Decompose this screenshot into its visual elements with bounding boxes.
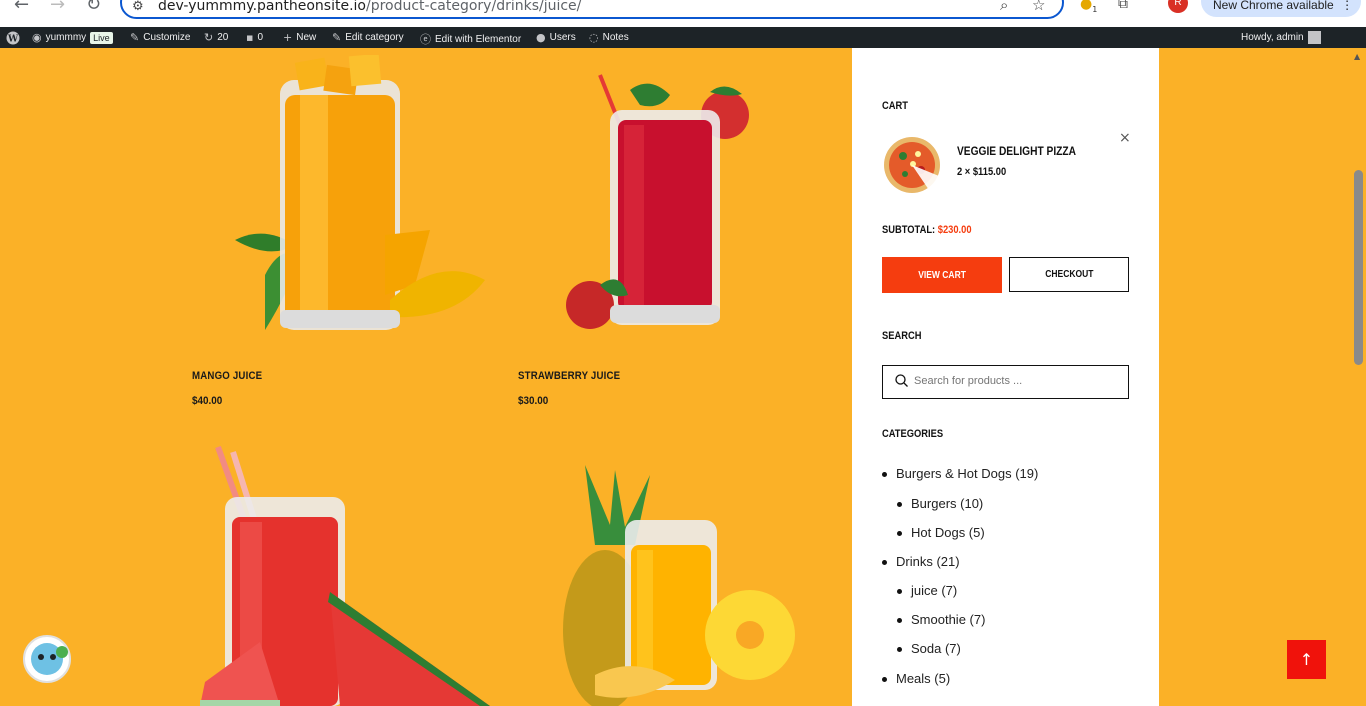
page-scrollbar[interactable] bbox=[1352, 48, 1366, 706]
elementor-link[interactable]: ⓔ Edit with Elementor bbox=[420, 31, 521, 47]
mango-juice-image[interactable] bbox=[225, 55, 490, 335]
comments-link[interactable]: ▪ 0 bbox=[246, 31, 263, 44]
users-link[interactable]: ● Users bbox=[536, 31, 576, 44]
chrome-update-button[interactable]: New Chrome available ⋮ bbox=[1201, 0, 1361, 17]
more-icon: ⋮ bbox=[1341, 0, 1354, 12]
cart-widget-title: CART bbox=[882, 100, 908, 112]
scroll-up-arrow-icon[interactable]: ▲ bbox=[1354, 52, 1360, 61]
back-to-top-button[interactable]: ↑ bbox=[1287, 640, 1326, 679]
user-icon: ● bbox=[536, 31, 546, 44]
cart-subtotal: SUBTOTAL: $230.00 bbox=[882, 224, 972, 236]
product-search-form[interactable] bbox=[882, 365, 1129, 399]
cart-item-thumbnail[interactable] bbox=[883, 136, 941, 194]
checkout-button[interactable]: CHECKOUT bbox=[1009, 257, 1129, 292]
pencil-icon: ✎ bbox=[332, 31, 342, 44]
edit-category-label: Edit category bbox=[345, 32, 404, 43]
product-price: $30.00 bbox=[518, 395, 549, 407]
search-icon[interactable]: ⌕ bbox=[1000, 0, 1008, 14]
watermelon-juice-image[interactable] bbox=[200, 442, 490, 706]
browser-toolbar: ← → ↻ ⚙ dev-yummmy.pantheonsite.io/produ… bbox=[0, 0, 1366, 27]
svg-text:W: W bbox=[7, 35, 19, 45]
category-item[interactable]: Drinks (21) bbox=[882, 554, 960, 569]
reload-icon[interactable]: ↻ bbox=[86, 0, 101, 15]
new-label: New bbox=[296, 32, 317, 43]
plus-icon: + bbox=[283, 31, 293, 44]
new-content-link[interactable]: + New bbox=[283, 31, 316, 44]
search-widget-title: SEARCH bbox=[882, 330, 922, 342]
search-input[interactable] bbox=[914, 375, 1114, 387]
product-title[interactable]: STRAWBERRY JUICE bbox=[518, 370, 620, 382]
howdy-label: Howdy, admin bbox=[1241, 32, 1304, 43]
product-price: $40.00 bbox=[192, 395, 223, 407]
wp-admin-bar: W ◉ yummmy Live ✎ Customize ↻ 20 ▪ 0 + N… bbox=[0, 27, 1366, 48]
updates-count: 20 bbox=[217, 32, 229, 43]
wordpress-logo-icon[interactable]: W bbox=[6, 31, 20, 45]
search-icon[interactable] bbox=[895, 374, 908, 387]
star-icon[interactable]: ☆ bbox=[1032, 0, 1045, 14]
back-icon[interactable]: ← bbox=[14, 0, 29, 15]
brush-icon: ✎ bbox=[130, 31, 140, 44]
cart-item-name[interactable]: VEGGIE DELIGHT PIZZA bbox=[957, 144, 1076, 158]
pineapple-juice-image[interactable] bbox=[555, 465, 800, 706]
view-cart-label: VIEW CART bbox=[918, 269, 966, 281]
scrollbar-thumb[interactable] bbox=[1354, 170, 1363, 365]
comment-icon: ▪ bbox=[246, 31, 254, 44]
site-name: yummmy bbox=[45, 32, 87, 43]
category-item[interactable]: Smoothie (7) bbox=[896, 612, 985, 627]
extension-icon[interactable]: ●1 bbox=[1080, 0, 1097, 14]
live-badge: Live bbox=[90, 31, 113, 44]
site-info-icon[interactable]: ⚙ bbox=[132, 0, 144, 14]
category-item[interactable]: Hot Dogs (5) bbox=[897, 525, 985, 540]
remove-item-icon[interactable]: × bbox=[1119, 130, 1131, 146]
categories-widget-title: CATEGORIES bbox=[882, 428, 944, 440]
comments-count: 0 bbox=[257, 32, 264, 43]
updates-link[interactable]: ↻ 20 bbox=[204, 31, 228, 44]
category-item[interactable]: Burgers (10) bbox=[896, 496, 983, 511]
admin-avatar bbox=[1307, 31, 1321, 44]
site-name-link[interactable]: ◉ yummmy Live bbox=[32, 31, 113, 44]
chat-widget-icon[interactable] bbox=[22, 634, 72, 684]
notes-icon: ◌ bbox=[589, 31, 599, 44]
cart-item-quantity: 2 × $115.00 bbox=[957, 166, 1007, 178]
subtotal-label: SUBTOTAL: bbox=[882, 224, 936, 236]
subtotal-amount: $230.00 bbox=[937, 224, 972, 236]
category-item[interactable]: Burgers & Hot Dogs (19) bbox=[881, 466, 1038, 481]
updates-icon: ↻ bbox=[204, 31, 214, 44]
customize-label: Customize bbox=[143, 32, 191, 43]
dashboard-icon: ◉ bbox=[32, 31, 42, 44]
shop-sidebar: CART VEGGIE DELIGHT PIZZA 2 × $115.00 × … bbox=[852, 48, 1159, 706]
edit-category-link[interactable]: ✎ Edit category bbox=[332, 31, 404, 44]
forward-icon[interactable]: → bbox=[50, 0, 65, 15]
arrow-up-icon: ↑ bbox=[1299, 650, 1314, 669]
puzzle-icon[interactable]: ⧉ bbox=[1118, 0, 1128, 12]
category-item[interactable]: juice (7) bbox=[896, 583, 957, 598]
extension-badge: 1 bbox=[1092, 4, 1098, 14]
url-path: /product-category/drinks/juice/ bbox=[365, 0, 582, 14]
update-label: New Chrome available bbox=[1213, 0, 1334, 12]
elementor-label: Edit with Elementor bbox=[435, 33, 522, 45]
elementor-icon: ⓔ bbox=[420, 33, 431, 46]
users-label: Users bbox=[549, 32, 576, 43]
notes-link[interactable]: ◌ Notes bbox=[589, 31, 629, 44]
my-account-link[interactable]: Howdy, admin bbox=[1241, 31, 1321, 44]
product-title[interactable]: MANGO JUICE bbox=[192, 370, 262, 382]
notes-label: Notes bbox=[602, 32, 629, 43]
view-cart-button[interactable]: VIEW CART bbox=[882, 257, 1002, 293]
customize-link[interactable]: ✎ Customize bbox=[130, 31, 190, 44]
address-url[interactable]: dev-yummmy.pantheonsite.io/product-categ… bbox=[158, 0, 581, 14]
strawberry-juice-image[interactable] bbox=[560, 70, 755, 330]
checkout-label: CHECKOUT bbox=[1044, 269, 1094, 280]
category-item[interactable]: Soda (7) bbox=[897, 641, 961, 656]
url-host: dev-yummmy.pantheonsite.io bbox=[158, 0, 366, 14]
profile-avatar[interactable]: R bbox=[1168, 0, 1188, 13]
category-item[interactable]: Meals (5) bbox=[881, 671, 950, 686]
address-bar[interactable]: ⚙ dev-yummmy.pantheonsite.io/product-cat… bbox=[120, 0, 1064, 19]
